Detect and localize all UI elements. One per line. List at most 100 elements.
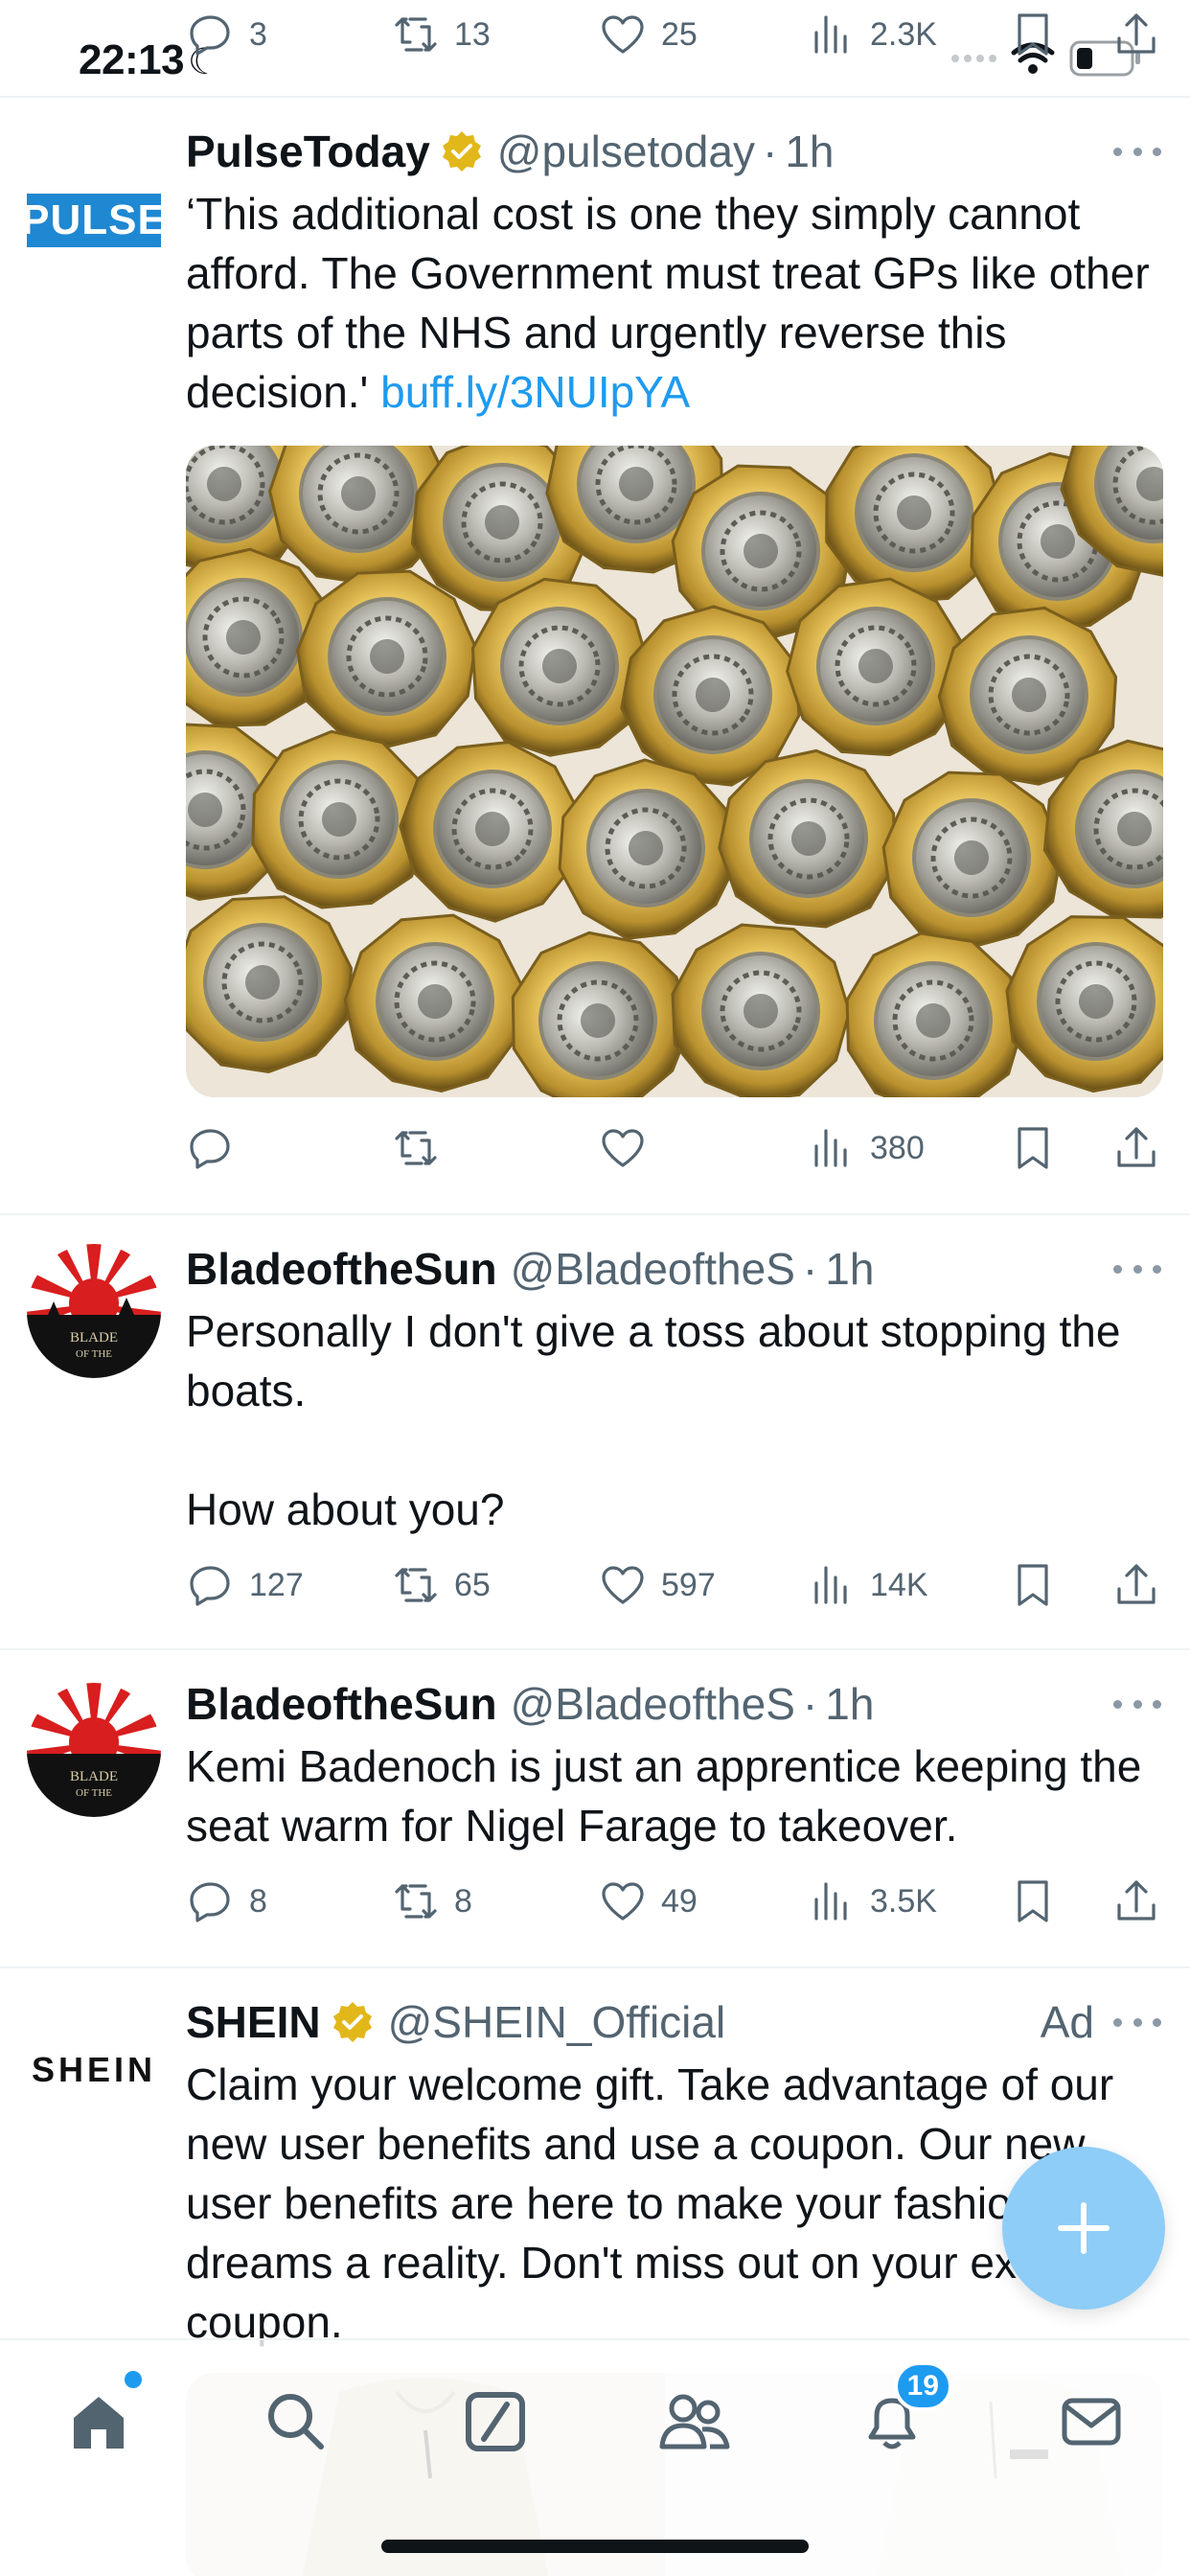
like-button[interactable]: 597 — [598, 1556, 716, 1614]
handle[interactable]: @SHEIN_Official — [388, 1996, 726, 2048]
shein-logo: SHEIN — [31, 2050, 157, 2089]
views-count: 380 — [870, 1129, 925, 1166]
views-count: 3.5K — [870, 1882, 937, 1920]
handle[interactable]: @pulsetoday — [497, 126, 755, 177]
heart-icon — [602, 1129, 644, 1167]
reply-button[interactable] — [186, 1119, 236, 1177]
like-button[interactable]: 25 — [598, 10, 698, 59]
more-options-icon[interactable] — [1113, 142, 1161, 161]
nav-grok[interactable] — [452, 2379, 538, 2465]
tweet-bladeofthesun-1[interactable]: BLADE OF THE BladeoftheSun @BladeoftheS … — [0, 1213, 1190, 1648]
handle[interactable]: @BladeoftheS — [511, 1678, 795, 1730]
notifications-badge: 19 — [893, 2361, 952, 2411]
avatar[interactable]: BLADE OF THE — [27, 1683, 161, 1817]
grok-icon — [466, 2392, 525, 2451]
share-button[interactable] — [1111, 1556, 1161, 1614]
views-button[interactable]: 3.5K — [807, 1873, 937, 1930]
reply-icon — [190, 15, 230, 56]
share-icon — [1117, 1880, 1156, 1920]
share-icon — [1117, 1127, 1156, 1167]
tweet-text-paragraph: Personally I don't give a toss about sto… — [186, 1306, 1121, 1415]
timestamp[interactable]: 1h — [825, 1243, 874, 1295]
nav-notifications[interactable]: 19 — [849, 2361, 952, 2465]
views-icon — [814, 1129, 847, 1167]
tweet-link[interactable]: buff.ly/3NUIpYA — [380, 367, 690, 417]
tweet-header: BladeoftheSun @BladeoftheS · 1h — [186, 1675, 1161, 1733]
avatar[interactable]: BLADE OF THE — [27, 1244, 161, 1378]
svg-text:BLADE: BLADE — [70, 1330, 118, 1346]
nav-messages[interactable] — [1048, 2379, 1134, 2465]
avatar[interactable]: SHEIN — [27, 2003, 161, 2137]
bookmark-icon — [1018, 1880, 1048, 1922]
bookmark-button[interactable] — [1008, 10, 1058, 59]
views-button[interactable]: 14K — [807, 1556, 928, 1614]
compose-button[interactable] — [1002, 2147, 1165, 2310]
tweet-actions: 127 65 597 14K — [186, 1556, 1165, 1614]
more-options-icon[interactable] — [1113, 1259, 1161, 1278]
bookmark-icon — [1018, 1564, 1048, 1606]
repost-button[interactable]: 65 — [391, 1556, 491, 1614]
repost-button[interactable]: 13 — [391, 10, 491, 59]
verified-badge-icon — [332, 2002, 372, 2042]
tweet-actions: 8 8 49 3.5K — [186, 1873, 1165, 1930]
ad-label: Ad — [1040, 1997, 1094, 2047]
share-button[interactable] — [1111, 1119, 1161, 1177]
views-count: 2.3K — [870, 15, 937, 53]
views-button[interactable]: 380 — [807, 1119, 925, 1177]
heart-icon — [602, 1566, 644, 1604]
rising-sun-avatar-icon: BLADE OF THE — [27, 1683, 161, 1817]
views-button[interactable]: 2.3K — [807, 10, 937, 59]
reply-button[interactable]: 127 — [186, 1556, 304, 1614]
previous-tweet-actions: 3 13 25 2.3K — [0, 0, 1190, 96]
like-count: 25 — [661, 15, 698, 53]
reply-icon — [190, 1129, 230, 1169]
display-name[interactable]: SHEIN — [186, 1996, 321, 2048]
repost-button[interactable] — [391, 1119, 441, 1177]
bookmark-button[interactable] — [1008, 1119, 1058, 1177]
bookmark-button[interactable] — [1008, 1873, 1058, 1930]
coins-photo — [186, 446, 1163, 1097]
repost-icon — [395, 1131, 437, 1165]
mail-icon — [1062, 2398, 1121, 2446]
tweet-text: Personally I don't give a toss about sto… — [186, 1301, 1165, 1539]
display-name[interactable]: BladeoftheSun — [186, 1243, 497, 1295]
more-options-icon[interactable] — [1113, 1694, 1161, 1714]
reply-count: 3 — [249, 15, 267, 53]
home-icon — [74, 2397, 124, 2449]
repost-icon — [395, 17, 437, 52]
reply-button[interactable]: 8 — [186, 1873, 267, 1930]
tweet-text: ‘This additional cost is one they simply… — [186, 184, 1165, 422]
repost-count: 65 — [454, 1566, 491, 1603]
display-name[interactable]: PulseToday — [186, 126, 430, 177]
handle[interactable]: @BladeoftheS — [511, 1243, 795, 1295]
like-button[interactable] — [598, 1119, 648, 1177]
reply-count: 8 — [249, 1882, 267, 1920]
tweet-bladeofthesun-2[interactable]: BLADE OF THE BladeoftheSun @BladeoftheS … — [0, 1648, 1190, 1966]
reply-icon — [190, 1566, 230, 1606]
nav-search[interactable] — [253, 2379, 339, 2465]
more-options-icon[interactable] — [1113, 2012, 1161, 2032]
repost-button[interactable]: 8 — [391, 1873, 472, 1930]
timestamp[interactable]: 1h — [825, 1678, 874, 1730]
separator-dot: · — [762, 126, 778, 176]
share-button[interactable] — [1111, 1873, 1161, 1930]
tweet-actions: 380 — [186, 1119, 1165, 1177]
svg-text:OF THE: OF THE — [76, 1348, 112, 1360]
svg-text:BLADE: BLADE — [70, 1769, 118, 1784]
timestamp[interactable]: 1h — [785, 126, 834, 177]
tweet-text: Kemi Badenoch is just an apprentice keep… — [186, 1741, 1142, 1851]
share-button[interactable] — [1111, 10, 1161, 59]
like-button[interactable]: 49 — [598, 1873, 698, 1930]
reply-button[interactable]: 3 — [186, 10, 267, 59]
rising-sun-avatar-icon: BLADE OF THE — [27, 1244, 161, 1378]
avatar[interactable]: PULSE — [27, 153, 161, 288]
tweet-header: SHEIN @SHEIN_Official Ad — [186, 1993, 1161, 2051]
views-icon — [814, 15, 847, 54]
pulse-logo: PULSE — [27, 194, 161, 247]
display-name[interactable]: BladeoftheSun — [186, 1678, 497, 1730]
tweet-image-coins[interactable] — [186, 446, 1163, 1097]
nav-communities[interactable] — [652, 2379, 738, 2465]
bookmark-button[interactable] — [1008, 1556, 1058, 1614]
nav-home[interactable] — [56, 2371, 142, 2465]
like-count: 597 — [661, 1566, 716, 1603]
